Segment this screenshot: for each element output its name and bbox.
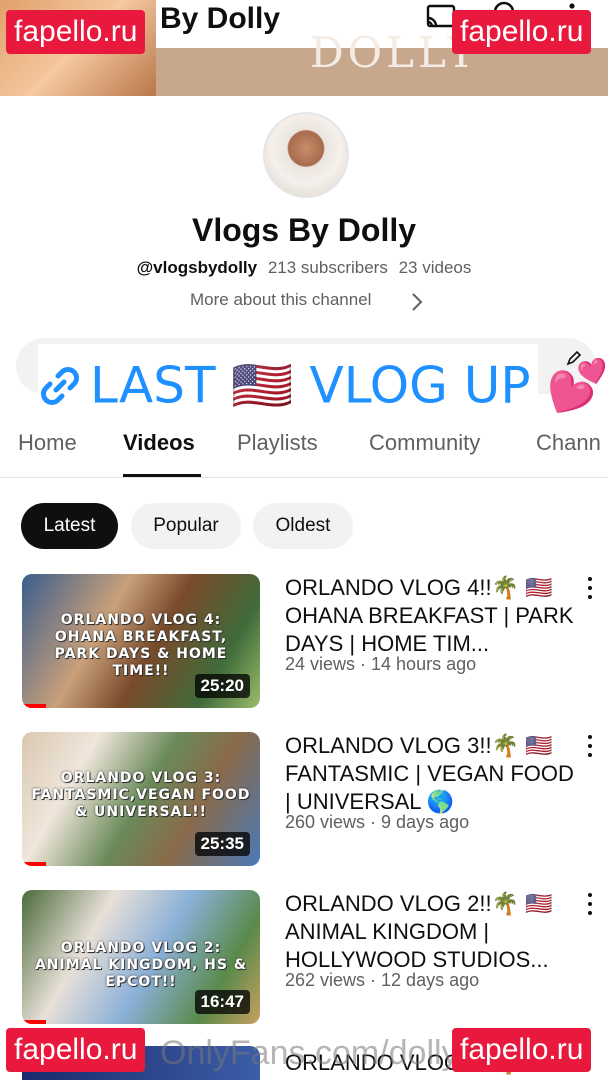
video-duration: 16:47 xyxy=(194,990,250,1014)
watch-progress xyxy=(22,704,46,708)
thumbnail-title: ORLANDO VLOG 4: OHANA BREAKFAST, PARK DA… xyxy=(54,612,228,679)
channel-meta: @vlogsbydolly 213 subscribers 23 videos xyxy=(0,258,608,278)
more-vertical-icon[interactable] xyxy=(586,576,594,600)
video-duration: 25:35 xyxy=(194,832,250,856)
header-title: By Dolly xyxy=(160,2,281,35)
video-meta: 260 views · 9 days ago xyxy=(285,812,470,832)
video-title[interactable]: ORLANDO VLOG 4!!🌴 🇺🇸 OHANA BREAKFAST | P… xyxy=(285,574,575,658)
tab-home[interactable]: Home xyxy=(18,430,77,456)
channel-handle: @vlogsbydolly xyxy=(136,258,258,277)
video-count: 23 videos xyxy=(398,258,472,277)
thumbnail-title: ORLANDO VLOG 2: ANIMAL KINGDOM, HS & EPC… xyxy=(34,940,248,990)
video-thumbnail[interactable]: ORLANDO VLOG 2: ANIMAL KINGDOM, HS & EPC… xyxy=(22,890,260,1024)
video-item[interactable]: ORLANDO VLOG 2: ANIMAL KINGDOM, HS & EPC… xyxy=(0,890,608,1030)
watermark-badge: fapello.ru xyxy=(6,1028,146,1072)
more-vertical-icon[interactable] xyxy=(586,892,594,916)
watermark-badge: fapello.ru xyxy=(452,1028,592,1072)
edit-icon[interactable] xyxy=(566,350,582,366)
chip-oldest[interactable]: Oldest xyxy=(253,503,353,549)
video-thumbnail[interactable]: ORLANDO VLOG 3: FANTASMIC,VEGAN FOOD & U… xyxy=(22,732,260,866)
more-vertical-icon[interactable] xyxy=(586,734,594,758)
link-icon xyxy=(41,366,79,405)
channel-tabs: Home Videos Playlists Community Chann xyxy=(0,420,608,478)
video-title[interactable]: ORLANDO VLOG 2!!🌴 🇺🇸 ANIMAL KINGDOM | HO… xyxy=(285,890,575,974)
video-meta: 24 views · 14 hours ago xyxy=(285,654,477,674)
more-about-link[interactable]: More about this channel xyxy=(190,290,371,310)
video-thumbnail[interactable]: ORLANDO VLOG 4: OHANA BREAKFAST, PARK DA… xyxy=(22,574,260,708)
watch-progress xyxy=(22,1020,46,1024)
subscriber-count: 213 subscribers xyxy=(267,258,388,277)
watermark-badge: fapello.ru xyxy=(452,10,592,54)
active-tab-indicator xyxy=(123,474,201,477)
tab-community[interactable]: Community xyxy=(369,430,480,456)
thumbnail-title: ORLANDO VLOG 3: FANTASMIC,VEGAN FOOD & U… xyxy=(31,770,251,820)
chevron-right-icon[interactable] xyxy=(410,292,424,312)
channel-link-text: LAST 🇺🇸 VLOG UP 💕 xyxy=(90,356,608,415)
tab-channels[interactable]: Chann xyxy=(536,430,601,456)
video-meta: 262 views · 12 days ago xyxy=(285,970,480,990)
tab-videos[interactable]: Videos xyxy=(123,430,195,456)
video-item[interactable]: ORLANDO VLOG 4: OHANA BREAKFAST, PARK DA… xyxy=(0,574,608,714)
watermark-url: OnlyFans.com/dolly xyxy=(160,1034,459,1072)
video-title[interactable]: ORLANDO VLOG 3!!🌴 🇺🇸 FANTASMIC | VEGAN F… xyxy=(285,732,575,816)
video-item[interactable]: ORLANDO VLOG 3: FANTASMIC,VEGAN FOOD & U… xyxy=(0,732,608,872)
tab-playlists[interactable]: Playlists xyxy=(237,430,318,456)
channel-link[interactable]: LAST 🇺🇸 VLOG UP 💕 xyxy=(38,344,608,420)
video-duration: 25:20 xyxy=(194,674,250,698)
chip-latest[interactable]: Latest xyxy=(21,503,118,549)
watch-progress xyxy=(22,862,46,866)
channel-name: Vlogs By Dolly xyxy=(191,212,417,248)
channel-avatar[interactable] xyxy=(263,112,349,198)
chip-popular[interactable]: Popular xyxy=(131,503,241,549)
watermark-badge: fapello.ru xyxy=(6,10,146,54)
